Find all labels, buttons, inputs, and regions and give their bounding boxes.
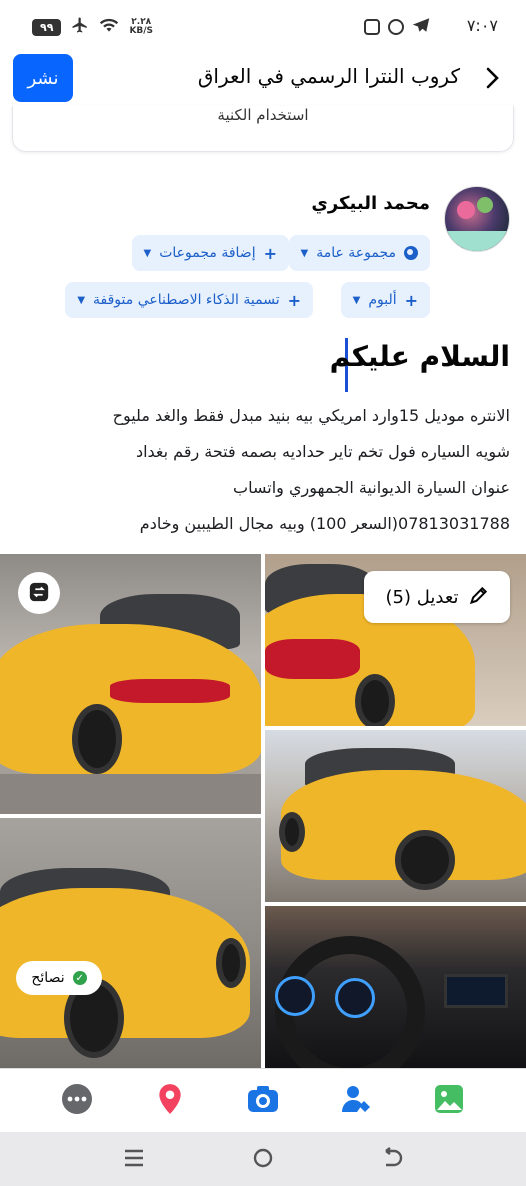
back-chevron-icon[interactable] [480, 66, 504, 90]
system-nav-bar [0, 1132, 526, 1186]
clock: ٧:٠٧ [466, 16, 498, 35]
location-button[interactable] [150, 1081, 190, 1121]
wifi-icon [99, 17, 119, 37]
photo-5[interactable] [265, 906, 526, 1068]
check-icon: ✓ [72, 971, 87, 985]
back-arrow-icon [380, 1146, 404, 1172]
plus-icon: + [287, 290, 301, 310]
system-back-button[interactable] [372, 1139, 412, 1179]
post-body-line: شويه السياره فول تخم تاير حداديه بصمه فت… [135, 442, 510, 461]
status-left: ٩٩ ٢.٢٨ KB/S [32, 16, 153, 38]
photo-video-button[interactable] [429, 1081, 469, 1121]
ai-label-chip[interactable]: + تسمية الذكاء الاصطناعي متوقفة ▼ [65, 282, 313, 318]
globe-icon [404, 246, 418, 260]
home-button[interactable] [243, 1139, 283, 1179]
post-body-line: عنوان السيارة الديوانية الجمهوري واتساب [233, 478, 510, 497]
tips-label: نصائح [31, 970, 65, 986]
camera-button[interactable] [243, 1081, 283, 1121]
network-speed-unit: KB/S [129, 26, 154, 36]
ai-label-chip-label: تسمية الذكاء الاصطناعي متوقفة [93, 292, 280, 308]
album-chip-label: ألبوم [368, 292, 397, 308]
plus-icon: + [404, 290, 418, 310]
more-icon [61, 1083, 93, 1118]
composer-toolbar [0, 1068, 526, 1132]
messenger-notification-icon [388, 19, 404, 35]
chevron-down-icon: ▼ [300, 247, 309, 259]
avatar [444, 186, 510, 252]
post-body-line: الانتره موديل 15وارد امريكي بيه بنيد مبد… [112, 406, 510, 425]
nickname-label: استخدام الكنية [217, 106, 309, 124]
location-pin-icon [157, 1083, 183, 1118]
group-title: كروب النترا الرسمي في العراق [197, 64, 460, 88]
swap-icon [28, 581, 50, 606]
tips-button[interactable]: ✓ نصائح [16, 961, 102, 995]
camera-icon [247, 1085, 279, 1116]
chevron-down-icon: ▼ [143, 247, 152, 259]
post-body-text[interactable]: الانتره موديل 15وارد امريكي بيه بنيد مبد… [10, 398, 510, 542]
author-name: محمد البيكري [311, 193, 430, 214]
airplane-icon [71, 16, 89, 38]
audience-chip-label: مجموعة عامة [316, 245, 396, 261]
top-header: نشر كروب النترا الرسمي في العراق [0, 52, 526, 106]
nickname-card[interactable]: استخدام الكنية [12, 106, 514, 152]
photo-4[interactable] [0, 818, 261, 1068]
home-circle-icon [252, 1147, 274, 1172]
edit-photos-button[interactable]: تعديل (5) [364, 571, 510, 623]
audience-chip[interactable]: مجموعة عامة ▼ [288, 235, 430, 271]
gallery-icon [434, 1084, 464, 1117]
chevron-down-icon: ▼ [352, 294, 361, 306]
reorder-photos-button[interactable] [18, 572, 60, 614]
network-speed: ٢.٢٨ KB/S [129, 18, 153, 36]
telegram-icon [412, 17, 430, 37]
add-groups-chip[interactable]: + إضافة مجموعات ▼ [131, 235, 289, 271]
plus-icon: + [263, 243, 277, 263]
album-chip[interactable]: + ألبوم ▼ [340, 282, 430, 318]
edit-photos-label: تعديل (5) [385, 586, 459, 608]
chevron-down-icon: ▼ [77, 294, 86, 306]
app-notification-icon [364, 19, 380, 35]
status-right-icons [364, 17, 430, 37]
photo-3[interactable] [265, 730, 526, 902]
post-heading[interactable]: السلام عليكم [330, 340, 510, 373]
more-options-button[interactable] [57, 1081, 97, 1121]
status-bar: ٩٩ ٢.٢٨ KB/S ٧:٠٧ [0, 0, 526, 52]
menu-lines-icon [123, 1148, 145, 1171]
recent-apps-button[interactable] [114, 1139, 154, 1179]
tag-people-button[interactable] [336, 1081, 376, 1121]
publish-button[interactable]: نشر [13, 54, 73, 102]
post-body-line: 07813031788(السعر 100) وبيه مجال الطيبين… [139, 514, 510, 533]
pencil-icon [469, 585, 489, 610]
tag-people-icon [341, 1084, 371, 1117]
battery-indicator: ٩٩ [32, 18, 62, 36]
add-groups-chip-label: إضافة مجموعات [159, 245, 256, 261]
